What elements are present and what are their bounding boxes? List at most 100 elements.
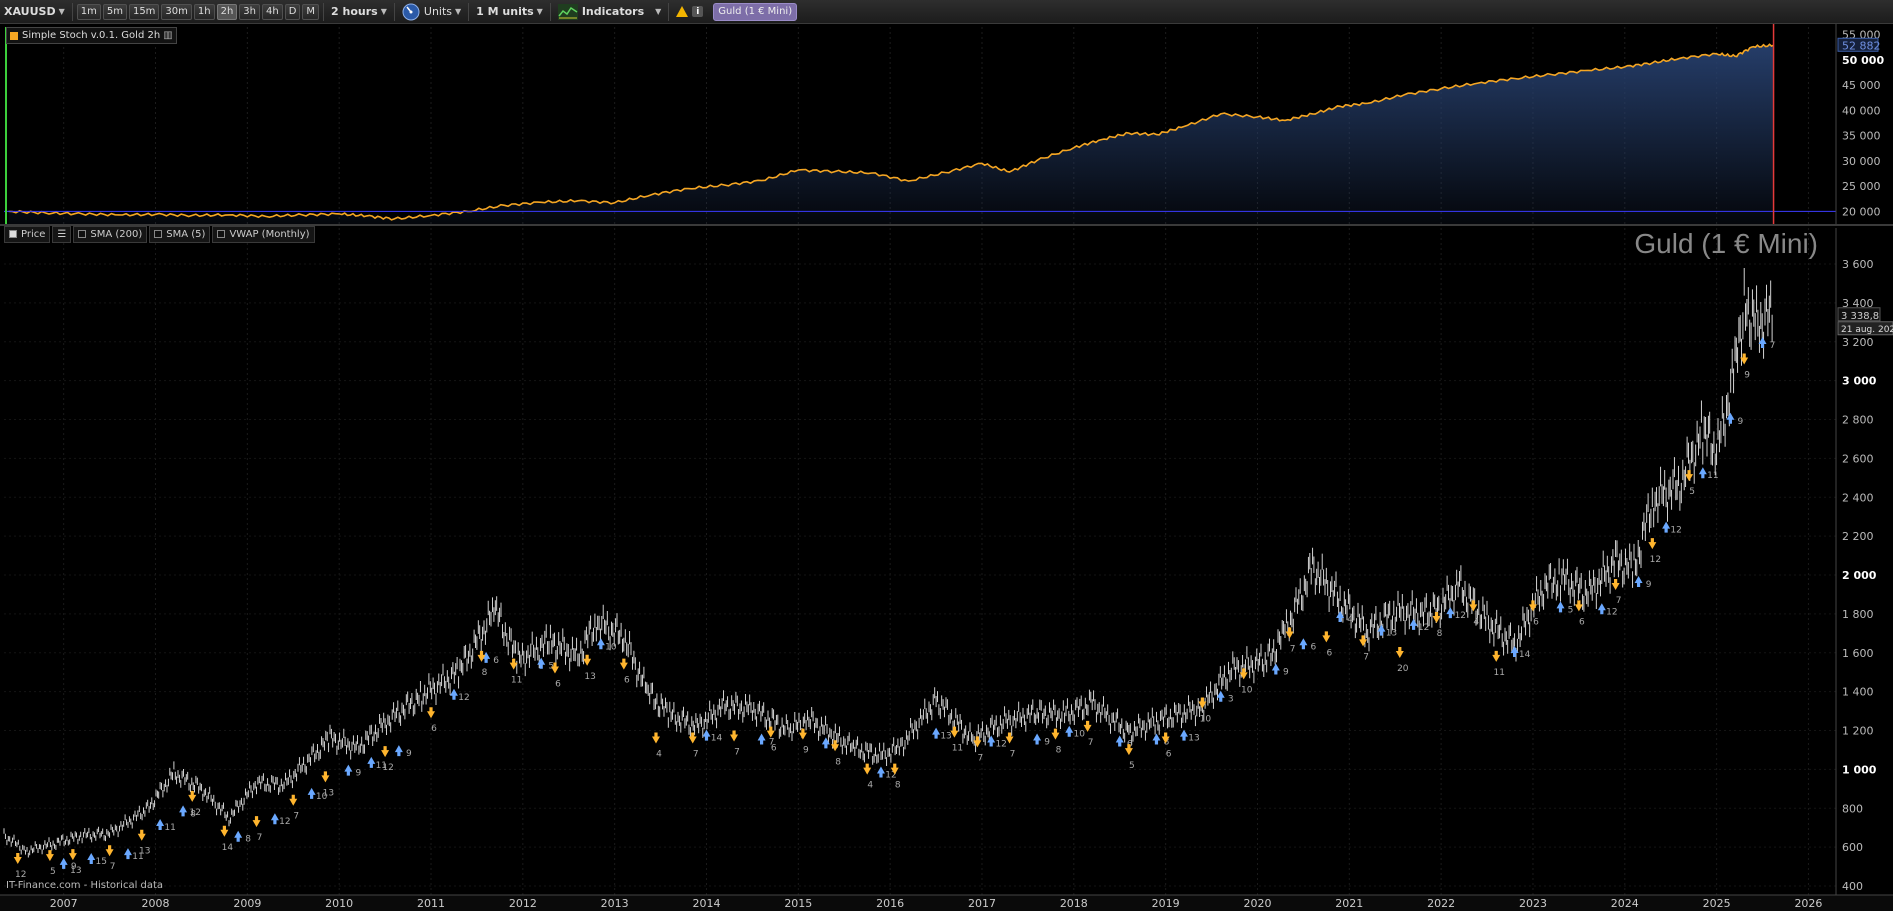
- interval-button-3h[interactable]: 3h: [239, 3, 260, 20]
- x-tick-label: 2021: [1335, 897, 1363, 910]
- y-tick-label: 20 000: [1842, 205, 1881, 218]
- y-tick-label: 2 800: [1842, 414, 1874, 427]
- legend-list-button[interactable]: ☰: [52, 225, 72, 243]
- interval-button-m[interactable]: M: [302, 3, 320, 20]
- signal-count-label: 9: [406, 749, 412, 759]
- toolbar-divider: [71, 2, 73, 21]
- signal-count-label: 4: [656, 750, 662, 760]
- interval-button-d[interactable]: D: [284, 3, 301, 20]
- units-dropdown[interactable]: Units ▼: [398, 3, 465, 21]
- signal-count-label: 9: [1646, 580, 1652, 590]
- signal-count-label: 14: [222, 843, 234, 853]
- x-tick-label: 2008: [142, 897, 170, 910]
- legend-item-vwap[interactable]: VWAP (Monthly): [212, 225, 315, 243]
- current-date-label: 21 aug. 2025: [1841, 325, 1893, 335]
- indicators-label: Indicators: [581, 5, 645, 18]
- interval-button-1h[interactable]: 1h: [193, 3, 215, 20]
- signal-count-label: 6: [1326, 648, 1332, 658]
- period-dropdown[interactable]: 2 hours ▼: [327, 3, 391, 21]
- list-icon: ☰: [57, 228, 67, 240]
- info-icon[interactable]: i: [692, 6, 704, 17]
- indicator-chart-icon: [557, 3, 578, 20]
- interval-button-30m[interactable]: 30m: [161, 3, 192, 20]
- y-tick-label: 3 000: [1842, 375, 1877, 388]
- signal-count-label: 8: [245, 835, 251, 845]
- period-label: 2 hours: [331, 5, 378, 18]
- size-dropdown[interactable]: 1 M units ▼: [472, 3, 547, 21]
- indicators-dropdown[interactable]: ▼: [648, 3, 665, 21]
- upper-panel-title[interactable]: Simple Stoch v.0.1. Gold 2h ▥: [6, 27, 177, 44]
- signal-count-label: 4: [1473, 617, 1479, 627]
- signal-count-label: 13: [584, 672, 595, 682]
- signal-count-label: 7: [257, 833, 263, 843]
- signal-count-label: 6: [771, 744, 777, 754]
- checkbox-icon[interactable]: [154, 230, 163, 238]
- toolbar-divider: [393, 2, 395, 21]
- signal-count-label: 13: [323, 788, 334, 798]
- checkbox-icon[interactable]: [78, 230, 87, 238]
- signal-count-label: 9: [1738, 417, 1744, 427]
- legend-label: SMA (200): [90, 228, 143, 240]
- signal-count-label: 5: [50, 867, 56, 877]
- signal-count-label: 7: [1088, 738, 1094, 748]
- checkbox-icon[interactable]: [217, 230, 226, 238]
- legend-item-price[interactable]: Price: [4, 225, 51, 243]
- upper-panel-title-text: Simple Stoch v.0.1. Gold 2h: [22, 30, 161, 41]
- indicator-legend: Price ☰ SMA (200) SMA (5) VWAP (Monthly): [4, 225, 317, 243]
- chart-settings-icon[interactable]: ▥: [163, 30, 172, 41]
- signal-count-label: 12: [1606, 607, 1617, 617]
- y-tick-label: 1 600: [1842, 647, 1874, 660]
- legend-item-sma-5[interactable]: SMA (5): [149, 225, 211, 243]
- interval-button-5m[interactable]: 5m: [102, 3, 127, 20]
- x-tick-label: 2013: [601, 897, 629, 910]
- interval-button-1m[interactable]: 1m: [76, 3, 101, 20]
- indicators-button[interactable]: Indicators: [554, 3, 648, 21]
- instrument-chip[interactable]: Guld (1 € Mini): [713, 2, 798, 21]
- signal-count-label: 7: [110, 862, 116, 872]
- x-tick-label: 2014: [692, 897, 720, 910]
- interval-button-2h[interactable]: 2h: [216, 3, 238, 20]
- signal-count-label: 11: [1494, 668, 1505, 678]
- signal-count-label: 6: [1533, 617, 1539, 627]
- signal-count-label: 8: [1056, 746, 1062, 756]
- signal-count-label: 12: [190, 808, 201, 818]
- signal-count-label: 7: [978, 753, 984, 763]
- y-tick-label: 50 000: [1842, 54, 1884, 67]
- signal-count-label: 13: [1386, 629, 1397, 639]
- signal-count-label: 14: [1519, 650, 1531, 660]
- warning-icon[interactable]: [676, 6, 689, 17]
- x-tick-label: 2017: [968, 897, 996, 910]
- signal-count-label: 10: [1073, 730, 1085, 740]
- signal-count-label: 12: [1650, 555, 1661, 565]
- signal-count-label: 7: [1616, 596, 1622, 606]
- signal-count-label: 9: [355, 769, 361, 779]
- interval-button-4h[interactable]: 4h: [262, 3, 283, 20]
- signal-count-label: 13: [139, 847, 150, 857]
- signal-count-label: 12: [382, 763, 393, 773]
- y-tick-label: 40 000: [1842, 104, 1881, 117]
- signal-count-label: 12: [1418, 623, 1429, 633]
- x-tick-label: 2015: [784, 897, 812, 910]
- legend-item-sma-200[interactable]: SMA (200): [73, 225, 148, 243]
- x-tick-label: 2026: [1794, 897, 1822, 910]
- signal-count-label: 15: [96, 857, 107, 867]
- toolbar: XAUUSD ▼ 1m 5m 15m 30m 1h 2h 3h 4h D M 2 hours ▼ …: [0, 0, 1893, 24]
- signal-count-label: 4: [1347, 615, 1353, 625]
- chevron-down-icon: ▼: [536, 7, 543, 16]
- toolbar-divider: [468, 2, 470, 21]
- x-tick-label: 2018: [1060, 897, 1088, 910]
- signal-count-label: 11: [952, 744, 963, 754]
- y-tick-label: 400: [1842, 880, 1863, 893]
- interval-button-15m[interactable]: 15m: [128, 3, 160, 20]
- x-tick-label: 2016: [876, 897, 904, 910]
- signal-count-label: 13: [70, 866, 81, 876]
- y-tick-label: 3 600: [1842, 258, 1874, 271]
- y-tick-label: 1 400: [1842, 686, 1874, 699]
- legend-label: VWAP (Monthly): [229, 228, 310, 240]
- signal-count-label: 12: [15, 870, 26, 880]
- symbol-selector[interactable]: XAUUSD ▼: [0, 3, 69, 21]
- y-tick-label: 1 800: [1842, 608, 1874, 621]
- x-tick-label: 2007: [50, 897, 78, 910]
- checkbox-checked-icon[interactable]: [9, 230, 17, 238]
- x-tick-label: 2025: [1703, 897, 1731, 910]
